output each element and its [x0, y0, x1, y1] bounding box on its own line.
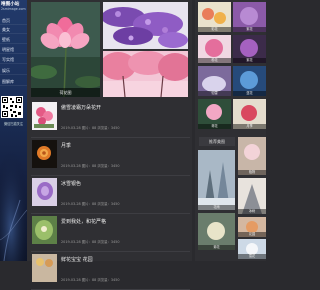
gallery-label: 紫花 [233, 58, 266, 63]
item-meta: 2019-03-28 图片：88 浏览量：3450 [61, 202, 120, 206]
list-item[interactable]: 爱到我处，和花严格 2019-03-28 图片：88 浏览量：3450 [31, 214, 190, 252]
thumbnail-pink-flowers [32, 102, 57, 130]
gallery-label: 仙雪 [198, 91, 231, 96]
nav-item-stars[interactable]: 明星馆 [0, 46, 27, 54]
gallery-label: 菊花 [198, 245, 235, 250]
gallery-label: 紫花 [233, 27, 266, 32]
thumbnail-green-plant [32, 216, 57, 244]
sidebar-background-art [0, 150, 27, 261]
nav-item-diagram[interactable]: 图解库 [0, 78, 27, 86]
gallery-thumb[interactable]: 紫花 [233, 35, 266, 63]
gallery-label: 植物 [238, 170, 266, 175]
gallery-thumb[interactable]: 紫花 [233, 2, 266, 32]
list-item[interactable]: 鲜花宝宝 花园 2019-03-28 图片：88 浏览量：3450 [31, 252, 190, 290]
nav-item-realism[interactable]: 写实馆 [0, 56, 27, 64]
gallery-thumb[interactable]: 雪花 [238, 239, 266, 259]
gallery-label: 彩花 [198, 27, 231, 32]
gallery-thumb[interactable]: 花园 [238, 217, 266, 237]
thumbnail-orange-flower [32, 140, 57, 168]
item-title[interactable]: 鲜花宝宝 花园 [61, 256, 93, 263]
nav-item-home[interactable]: 首页 [0, 17, 27, 25]
gallery-label: 冰树 [238, 209, 266, 214]
lotus-picture [31, 2, 100, 97]
nav-item-wallpaper[interactable]: 壁纸 [0, 36, 27, 44]
item-title[interactable]: 月季 [61, 142, 71, 149]
item-title[interactable]: 爱到我处，和花严格 [61, 218, 106, 225]
gallery-label: 雪花 [238, 254, 266, 259]
item-title[interactable]: 冰雪银色 [61, 180, 81, 187]
site-logo[interactable]: 唯图小站 2smimage.com [1, 2, 26, 14]
item-meta: 2019-03-28 图片：88 浏览量：3450 [61, 126, 120, 130]
list-item[interactable]: 月季 2019-03-28 图片：88 浏览量：3450 [31, 138, 190, 176]
featured-image-lotus[interactable]: 荷花图 [31, 2, 100, 97]
gallery-picture [198, 150, 235, 210]
logo-subtitle: 2smimage.com [1, 7, 26, 11]
gallery-label: 月季 [233, 124, 266, 129]
pink-trees-picture [103, 51, 188, 97]
featured-caption: 荷花图 [31, 88, 100, 97]
gallery-thumb[interactable]: 菊花 [198, 213, 235, 250]
thumbnail-purple-flower [32, 178, 57, 206]
item-meta: 2019-03-28 图片：88 浏览量：3450 [61, 240, 120, 244]
featured-image-pink-trees[interactable] [103, 51, 188, 97]
gallery-thumb[interactable]: 荷花 [198, 99, 231, 129]
gallery-thumb[interactable]: 植物 [238, 137, 266, 175]
list-item[interactable]: 傲雪凌霜万朵花开 2019-03-28 图片：88 浏览量：3450 [31, 100, 190, 138]
recommended-heading[interactable]: 推荐美图 [199, 137, 235, 146]
nav-item-beauty[interactable]: 美女 [0, 26, 27, 34]
thumbnail-garden [32, 254, 57, 282]
gallery-label: 蓝花 [233, 91, 266, 96]
gallery-thumb[interactable]: 冰树 [238, 178, 266, 214]
qr-caption: 微信扫描关注 [3, 122, 24, 126]
right-sidebar: 彩花 紫花 粉花 紫花 仙雪 蓝花 荷花 月季 推荐美图 植物 花雨 冰树 菊花… [195, 0, 266, 261]
gallery-label: 花雨 [198, 205, 235, 210]
gallery-label: 荷花 [198, 124, 231, 129]
list-item[interactable]: 冰雪银色 2019-03-28 图片：88 浏览量：3450 [31, 176, 190, 214]
gallery-label: 花园 [238, 232, 266, 237]
item-meta: 2019-03-28 图片：88 浏览量：3450 [61, 164, 120, 168]
featured-image-purple-flowers[interactable] [103, 2, 188, 49]
purple-flowers-picture [103, 2, 188, 49]
gallery-thumb[interactable]: 仙雪 [198, 66, 231, 96]
nav-item-entertainment[interactable]: 娱乐 [0, 67, 27, 75]
gallery-thumb[interactable]: 蓝花 [233, 66, 266, 96]
item-title[interactable]: 傲雪凌霜万朵花开 [61, 104, 101, 111]
gallery-label: 粉花 [198, 58, 231, 63]
item-meta: 2019-03-28 图片：88 浏览量：3450 [61, 278, 120, 282]
gallery-thumb[interactable]: 粉花 [198, 35, 231, 63]
sidebar: 唯图小站 2smimage.com 首页 美女 壁纸 明星馆 写实馆 娱乐 图解… [0, 0, 27, 261]
main-content: 荷花图 傲雪凌霜万朵花开 2019-03-28 图片：88 浏览量：3450 月… [27, 0, 192, 290]
gallery-thumb[interactable]: 彩花 [198, 2, 231, 32]
qr-code [1, 96, 23, 118]
gallery-thumb[interactable]: 月季 [233, 99, 266, 129]
gallery-thumb[interactable]: 花雨 [198, 150, 235, 210]
